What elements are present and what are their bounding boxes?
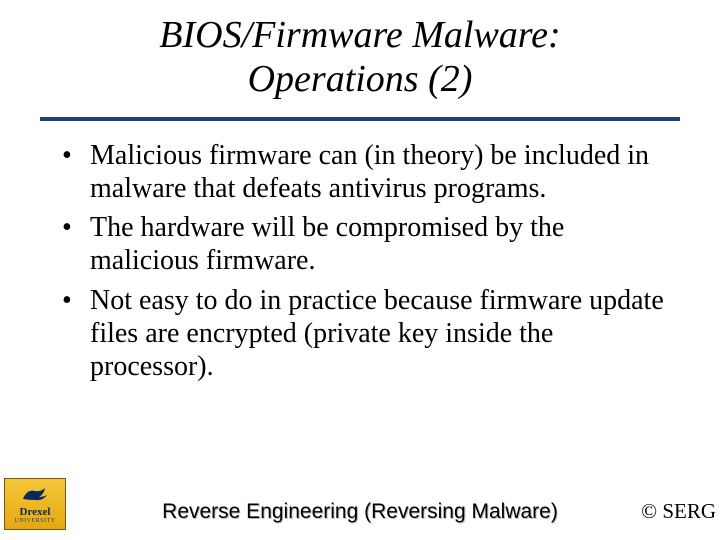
bullet-text: The hardware will be compromised by the … — [90, 211, 670, 277]
slide-body: • Malicious firmware can (in theory) be … — [0, 139, 720, 382]
copyright-text: © SERG — [641, 499, 716, 524]
title-line-1: BIOS/Firmware Malware: — [159, 14, 560, 56]
bullet-item: • Not easy to do in practice because fir… — [60, 284, 670, 383]
slide-footer: Drexel UNIVERSITY Reverse Engineering (R… — [0, 478, 720, 534]
bullet-dot-icon: • — [60, 284, 90, 383]
bullet-text: Not easy to do in practice because firmw… — [90, 284, 670, 383]
bullet-dot-icon: • — [60, 211, 90, 277]
title-line-2: Operations (2) — [248, 58, 473, 100]
bullet-text: Malicious firmware can (in theory) be in… — [90, 139, 670, 205]
bullet-item: • Malicious firmware can (in theory) be … — [60, 139, 670, 205]
bullet-item: • The hardware will be compromised by th… — [60, 211, 670, 277]
slide-title: BIOS/Firmware Malware: Operations (2) — [0, 0, 720, 111]
bullet-dot-icon: • — [60, 139, 90, 205]
footer-title: Reverse Engineering (Reversing Malware) — [0, 500, 720, 524]
title-divider — [40, 117, 680, 121]
